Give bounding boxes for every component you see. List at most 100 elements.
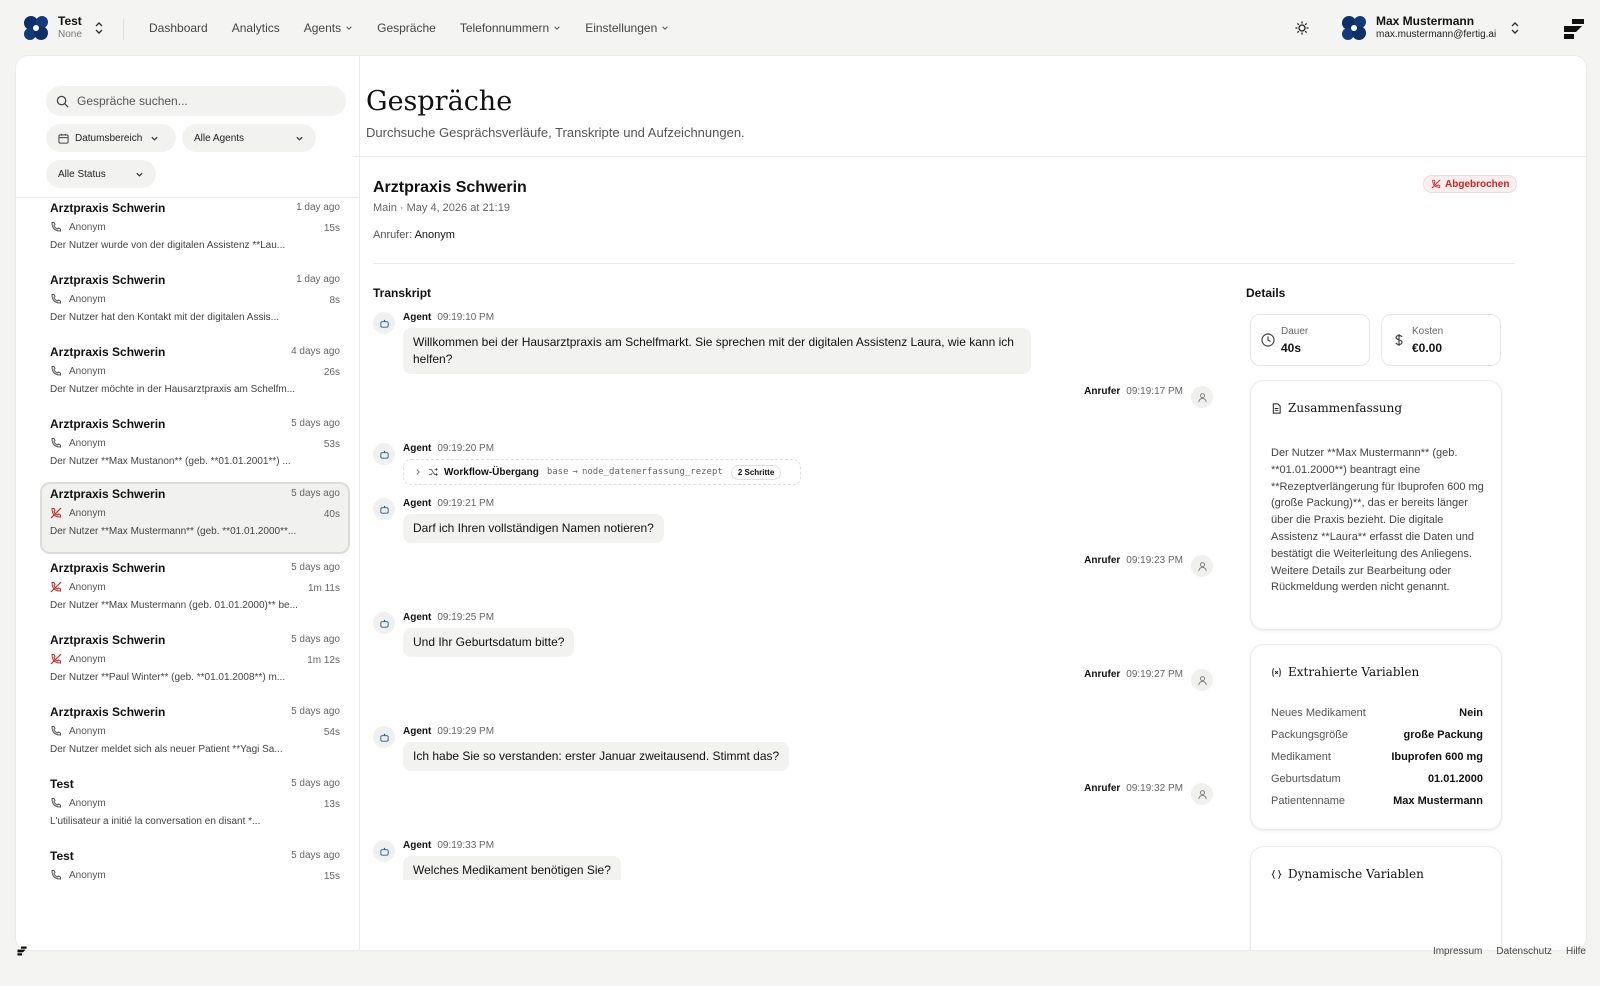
workflow-to: node_datenerfassung_rezept (581, 467, 723, 477)
message-time: 09:19:33 PM (437, 840, 495, 851)
variable-key: Geburtsdatum (1271, 773, 1341, 785)
message-author: Agent (403, 498, 432, 509)
phone-off-icon (50, 581, 62, 593)
conversation-item-summary: Der Nutzer **Max Mustermann** (geb. **01… (50, 526, 297, 537)
conversation-item-time: 1 day ago (296, 274, 340, 285)
message-header: Agent 09:19:21 PM (403, 498, 494, 509)
message-time: 09:19:20 PM (437, 443, 495, 454)
conversation-item[interactable]: Arztpraxis Schwerin 4 days ago Anonym 26s De… (40, 340, 350, 412)
caller-name: Anonym (69, 869, 106, 881)
status-filter[interactable]: Alle Status (46, 160, 156, 188)
workflow-steps-badge: 2 Schritte (730, 464, 782, 480)
conversation-item[interactable]: Arztpraxis Schwerin 5 days ago Anonym 1m 11… (40, 556, 350, 628)
footer-link-impressum[interactable]: Impressum (1433, 946, 1482, 957)
chevron-updown-icon (1511, 22, 1519, 34)
message-time: 09:19:17 PM (1126, 386, 1183, 397)
agent-avatar (373, 840, 395, 862)
nav-item-telefonnummern[interactable]: Telefonnummern (460, 21, 561, 35)
message-author: Agent (403, 840, 432, 851)
conversation-list[interactable]: Arztpraxis Schwerin 1 day ago Anonym 15s Der… (16, 198, 360, 950)
footer-link-datenschutz[interactable]: Datenschutz (1496, 946, 1552, 957)
conversation-item[interactable]: Arztpraxis Schwerin 5 days ago Anonym 54s De… (40, 700, 350, 772)
conversation-item-duration: 40s (323, 509, 340, 520)
conversation-item-title: Arztpraxis Schwerin (50, 201, 166, 215)
conversation-item[interactable]: Test 5 days ago Anonym 15s (40, 844, 350, 916)
conversation-item[interactable]: Arztpraxis Schwerin 5 days ago Anonym 53s De… (40, 412, 350, 484)
caller-name: Anonym (69, 797, 106, 809)
nav-item-agents[interactable]: Agents (304, 21, 353, 35)
caller-value: Anonym (414, 229, 455, 241)
sun-icon[interactable] (1294, 20, 1310, 36)
conversation-item-summary: Der Nutzer **Max Mustanon** (geb. **01.0… (50, 456, 291, 467)
conversation-item-caller: Anonym (50, 365, 106, 377)
caller-name: Anonym (69, 365, 106, 377)
duration-value: 40s (1281, 341, 1302, 355)
search-input[interactable] (77, 94, 327, 108)
transcript[interactable]: Agent 09:19:10 PM Willkommen bei der Hausa… (373, 308, 1223, 880)
nav-item-einstellungen[interactable]: Einstellungen (585, 21, 669, 35)
conversation-item[interactable]: Arztpraxis Schwerin 1 day ago Anonym 15s Der… (40, 198, 350, 268)
brand-logo-icon (1564, 19, 1584, 39)
agent-avatar (373, 443, 395, 465)
agent-message: Darf ich Ihren vollständigen Namen notie… (403, 514, 664, 543)
conversation-item[interactable]: Arztpraxis Schwerin 1 day ago Anonym 8s Der … (40, 268, 350, 340)
search-box[interactable] (46, 86, 346, 116)
message-header: Agent 09:19:33 PM (403, 840, 494, 851)
nav-label: Analytics (231, 21, 280, 35)
conversation-item-summary: Der Nutzer **Max Mustermann (geb. 01.01.… (50, 600, 298, 611)
top-bar: Test None Dashboard Analytics Agents Gesprä… (0, 0, 1600, 56)
conversation-item-title: Test (50, 849, 74, 863)
status-filter-label: Alle Status (58, 168, 106, 180)
phone-icon (51, 294, 61, 304)
date-range-label: Datumsbereich (75, 132, 143, 144)
bot-icon (379, 733, 389, 742)
chevron-updown-icon (95, 22, 103, 34)
workflow-transition[interactable]: Workflow-Übergang base → node_datenerfassun… (403, 459, 801, 485)
message-header: Agent 09:19:10 PM (403, 312, 494, 323)
message-author: Agent (403, 612, 432, 623)
conversation-item-caller: Anonym (50, 293, 106, 305)
dollar-icon (1395, 334, 1403, 346)
page-subtitle: Durchsuche Gesprächsverläufe, Transkript… (366, 125, 745, 140)
cost-label: Kosten (1412, 326, 1444, 337)
nav-item-dashboard[interactable]: Dashboard (149, 21, 208, 35)
conversation-title: Arztpraxis Schwerin (373, 179, 527, 196)
nav-item-gespräche[interactable]: Gespräche (377, 21, 436, 35)
nav-item-analytics[interactable]: Analytics (232, 21, 280, 35)
duration-label: Dauer (1281, 326, 1309, 337)
user-menu[interactable]: Max Mustermann max.mustermann@fertig.ai (1340, 14, 1520, 42)
conversation-item-time: 5 days ago (291, 850, 340, 861)
conversation-item-time: 4 days ago (291, 346, 340, 357)
date-range-filter[interactable]: Datumsbereich (46, 124, 176, 152)
conversation-item-time: 5 days ago (291, 778, 340, 789)
user-icon (1197, 561, 1207, 571)
variable-row: Patientenname Max Mustermann (1271, 795, 1483, 807)
footer-links: Impressum Datenschutz Hilfe (1419, 946, 1586, 957)
extracted-title: Extrahierte Variablen (1271, 665, 1419, 679)
org-switcher[interactable]: Test None (22, 14, 104, 42)
agent-avatar (373, 312, 395, 334)
nav-label: Einstellungen (585, 21, 658, 35)
shuffle-icon (428, 467, 438, 477)
conversation-item-title: Arztpraxis Schwerin (50, 273, 166, 287)
search-icon (56, 95, 69, 108)
org-sub: None (58, 29, 82, 40)
transcript-label: Transkript (373, 286, 432, 300)
agent-filter-label: Alle Agents (194, 132, 245, 144)
document-icon (1272, 402, 1281, 414)
agent-filter[interactable]: Alle Agents (182, 124, 316, 152)
variable-value: Nein (1459, 707, 1483, 719)
extracted-variables-card: Extrahierte Variablen Neues Medikament Ne… (1250, 644, 1502, 830)
caller-avatar (1191, 669, 1213, 691)
conversation-item[interactable]: Arztpraxis Schwerin 5 days ago Anonym 40s De… (40, 482, 350, 554)
message-author: Anrufer (1084, 555, 1121, 566)
phone-icon (51, 798, 61, 808)
conversation-item-summary: L'utilisateur a initié la conversation e… (50, 816, 261, 827)
conversation-item[interactable]: Arztpraxis Schwerin 5 days ago Anonym 1m 12… (40, 628, 350, 700)
footer-link-hilfe[interactable]: Hilfe (1566, 946, 1586, 957)
chevron-down-icon (151, 136, 158, 141)
conversation-item-caller: Anonym (50, 437, 106, 449)
phone-icon (51, 366, 61, 376)
conversation-item-summary: Der Nutzer meldet sich als neuer Patient… (50, 744, 283, 755)
conversation-item[interactable]: Test 5 days ago Anonym 13s L'utilisateur a i… (40, 772, 350, 844)
